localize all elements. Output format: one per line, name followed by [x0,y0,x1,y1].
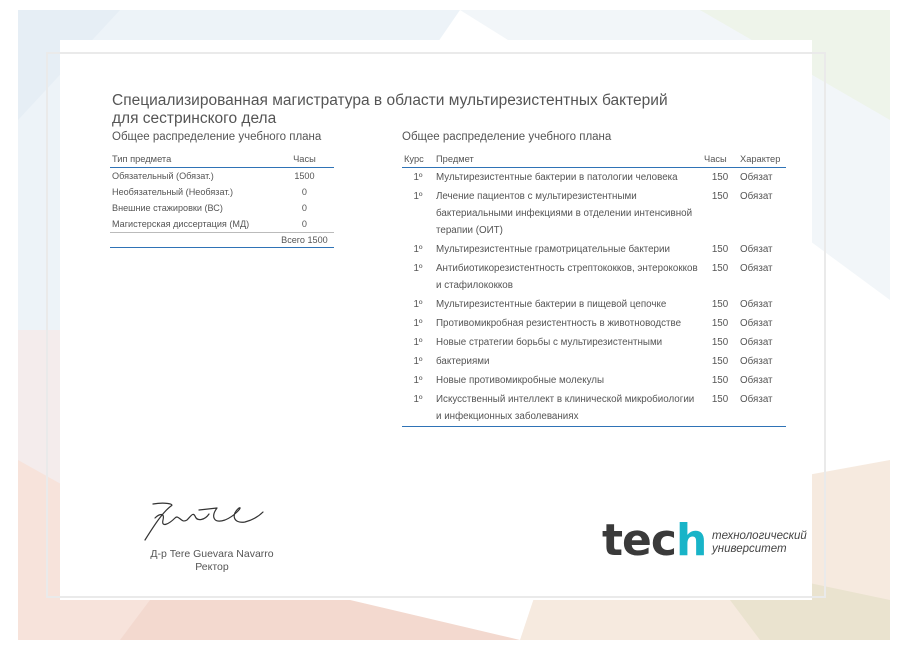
summary-row: Обязательный (Обязат.) 1500 [110,168,334,185]
summary-col-hours: Часы [274,152,334,168]
tech-logo: tech [602,515,707,566]
plan-row-subject: Мультирезистентные бактерии в пищевой це… [436,299,667,310]
plan-row-course: 1º [413,191,423,202]
plan-row-type: Обязат [740,375,773,386]
plan-table: Курс Предмет Часы Характер 1º Мультирези… [402,152,786,427]
summary-total-row: Всего 1500 [110,232,334,248]
summary-row-hours: 1500 [294,171,315,181]
logo-word: tech [602,515,707,566]
plan-row-subject: Новые противомикробные молекулы [436,375,605,386]
plan-row-hours: 150 [711,263,729,274]
logo-subtitle-line1: технологический [712,530,807,542]
summary-row: Магистерская диссертация (МД) 0 [110,216,334,233]
plan-row-course: 1º [413,263,423,274]
plan-row-hours: 150 [702,390,738,427]
plan-row: 1º Лечение пациентов с мультирезистентны… [402,187,786,240]
plan-row: 1º Новые стратегии борьбы с мультирезист… [402,333,786,352]
plan-row-type: Обязат [738,390,786,427]
plan-row-type: Обязат [740,263,773,274]
plan-row-hours: 150 [711,356,729,367]
plan-row-type: Обязат [740,172,773,183]
logo-subtitle-line2: университет [712,543,787,555]
plan-row-course: 1º [413,356,423,367]
summary-row: Необязательный (Необязат.) 0 [110,184,334,200]
plan-row-hours: 150 [711,375,729,386]
plan-row-type: Обязат [740,318,773,329]
plan-row-hours: 150 [711,172,729,183]
plan-row: 1º Мультирезистентные грамотрицательные … [402,240,786,259]
summary-row-type: Магистерская диссертация (МД) [112,219,250,229]
plan-row-course: 1º [413,172,423,183]
plan-row-course: 1º [413,244,423,255]
plan-row-subject: Искусственный интеллект в клинической ми… [434,390,702,427]
signer-name: Д-р Tere Guevara Navarro [150,548,274,560]
plan-row-hours: 150 [711,299,729,310]
plan-row-subject: бактериями [436,356,490,367]
logo-word-b: h [675,515,707,566]
plan-row-subject: Мультирезистентные бактерии в патологии … [436,172,678,183]
summary-row-type: Необязательный (Необязат.) [112,187,234,197]
summary-table: Тип предмета Часы Обязательный (Обязат.)… [110,152,334,248]
plan-row: 1º Мультирезистентные бактерии в патолог… [402,168,786,188]
plan-row-subject: Лечение пациентов с мультирезистентными … [436,191,693,236]
plan-col-type: Характер [738,152,786,168]
plan-heading: Общее распределение учебного плана [402,131,612,143]
plan-row-course: 1º [402,390,434,427]
plan-row-type: Обязат [740,356,773,367]
summary-row-hours: 0 [301,219,307,229]
summary-row: Внешние стажировки (ВС) 0 [110,200,334,216]
summary-row-type: Внешние стажировки (ВС) [112,203,223,213]
plan-row: 1º Искусственный интеллект в клинической… [402,390,786,427]
summary-total: Всего 1500 [274,232,334,248]
signature-image [144,502,264,541]
plan-row-course: 1º [413,318,423,329]
summary-row-hours: 0 [301,203,307,213]
plan-col-hours: Часы [702,152,738,168]
logo-word-a: tec [602,515,677,566]
summary-col-type: Тип предмета [110,152,275,168]
plan-row-type: Обязат [740,191,773,202]
summary-heading: Общее распределение учебного плана [112,131,322,143]
plan-col-subject: Предмет [434,152,702,168]
plan-row-course: 1º [413,337,423,348]
logo-subtitle: технологический университет [712,530,807,556]
plan-row-hours: 150 [711,337,729,348]
plan-row-hours: 150 [711,191,729,202]
plan-row: 1º Мультирезистентные бактерии в пищевой… [402,295,786,314]
summary-row-type: Обязательный (Обязат.) [112,171,214,181]
plan-row-subject: Мультирезистентные грамотрицательные бак… [436,244,670,255]
signer-block: Д-р Tere Guevara Navarro Ректор [112,548,312,574]
plan-row: 1º Новые противомикробные молекулы 150 О… [402,371,786,390]
plan-row-subject: Новые стратегии борьбы с мультирезистент… [436,337,663,348]
plan-row-hours: 150 [711,318,729,329]
plan-row: 1º Противомикробная резистентность в жив… [402,314,786,333]
certificate-title: Специализированная магистратура в област… [112,92,668,127]
summary-row-hours: 0 [301,187,307,197]
plan-row: 1º Антибиотикорезистентность стрептококк… [402,259,786,295]
plan-row-type: Обязат [740,244,773,255]
plan-col-course: Курс [402,152,434,168]
plan-row-course: 1º [413,375,423,386]
plan-row-type: Обязат [740,299,773,310]
plan-row-subject: Противомикробная резистентность в животн… [436,318,682,329]
plan-row: 1º бактериями 150 Обязат [402,352,786,371]
plan-row-subject: Антибиотикорезистентность стрептококков,… [436,263,698,291]
plan-row-course: 1º [413,299,423,310]
plan-row-hours: 150 [711,244,729,255]
plan-row-type: Обязат [740,337,773,348]
signer-role: Ректор [195,561,229,573]
